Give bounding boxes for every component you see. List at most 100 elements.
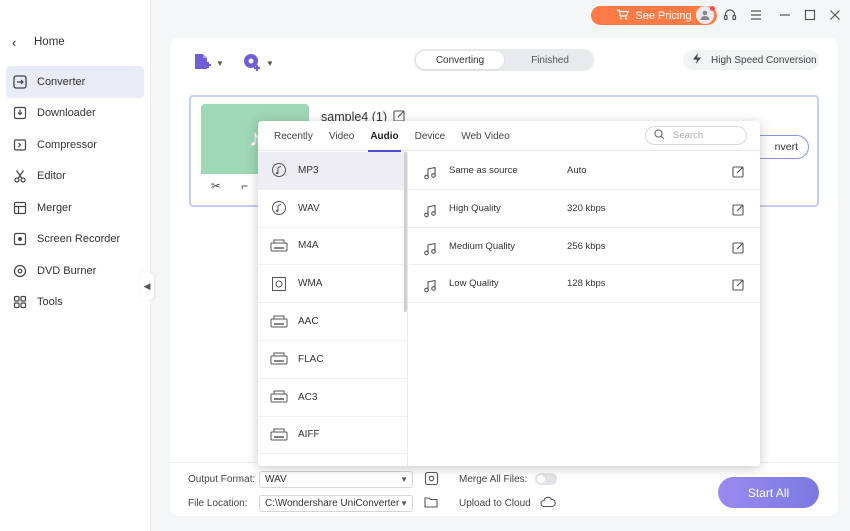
format-search-input[interactable]: Search xyxy=(645,126,747,145)
sidebar-item-label: DVD Burner xyxy=(37,264,97,277)
file-location-value: C:\Wondershare UniConverter 1 xyxy=(265,498,408,509)
disc-note-icon xyxy=(270,200,288,216)
format-item-ac3[interactable]: AC3 xyxy=(258,379,407,417)
add-disc-button[interactable]: ▼ xyxy=(242,52,274,75)
bottom-bar: Output Format: WAV ▼ Merge All Files: Fi… xyxy=(170,462,838,516)
sidebar-item-editor[interactable]: Editor xyxy=(6,161,144,193)
output-format-label: Output Format: xyxy=(188,474,256,485)
music-note-icon xyxy=(423,166,437,183)
trim-scissors-icon[interactable]: ✂ xyxy=(211,179,221,193)
edit-icon[interactable] xyxy=(732,203,745,219)
avatar[interactable] xyxy=(696,6,715,24)
folder-icon[interactable] xyxy=(424,496,438,511)
quality-bitrate: 128 kbps xyxy=(567,278,606,290)
format-label: AAC xyxy=(298,316,319,328)
sidebar-item-screen-recorder[interactable]: Screen Recorder xyxy=(6,224,144,256)
aiff-file-icon xyxy=(270,427,288,443)
file-location-select[interactable]: C:\Wondershare UniConverter 1 ▼ xyxy=(259,495,413,512)
music-note-icon xyxy=(423,204,437,221)
format-settings-icon[interactable] xyxy=(424,471,439,489)
merge-icon xyxy=(13,201,27,215)
compress-icon xyxy=(13,138,27,152)
format-label: M4A xyxy=(298,240,319,252)
format-item-aiff[interactable]: AIFF xyxy=(258,417,407,455)
format-label: FLAC xyxy=(298,353,324,365)
maximize-icon[interactable] xyxy=(802,7,818,23)
status-tabs: Converting Finished xyxy=(414,49,594,71)
format-item-flac[interactable]: FLAC xyxy=(258,341,407,379)
edit-icon[interactable] xyxy=(732,241,745,257)
cloud-icon[interactable] xyxy=(540,496,556,511)
format-item-aac[interactable]: AAC xyxy=(258,303,407,341)
quality-name: High Quality xyxy=(449,202,501,214)
collapse-sidebar-button[interactable]: ◀ xyxy=(140,272,154,300)
quality-bitrate: 320 kbps xyxy=(567,202,606,214)
quality-item-same-as-source[interactable]: Same as source Auto xyxy=(409,152,760,190)
format-label: AC3 xyxy=(298,391,318,403)
chevron-down-icon: ▼ xyxy=(400,475,408,484)
sidebar-item-label: Editor xyxy=(37,170,66,183)
menu-icon[interactable] xyxy=(748,7,764,23)
m4a-file-icon xyxy=(270,238,288,254)
format-popup: Recently Video Audio Device Web Video Se… xyxy=(258,121,760,466)
tab-converting[interactable]: Converting xyxy=(416,51,504,69)
format-label: WMA xyxy=(298,278,323,290)
ac3-file-icon xyxy=(270,389,288,405)
tab-audio[interactable]: Audio xyxy=(362,121,406,152)
home-link[interactable]: ‹ Home xyxy=(12,33,65,51)
download-icon xyxy=(13,106,27,120)
edit-icon[interactable] xyxy=(732,278,745,294)
minimize-icon[interactable] xyxy=(777,7,793,23)
sidebar-item-label: Screen Recorder xyxy=(37,233,121,246)
sidebar-item-label: Tools xyxy=(37,296,63,309)
close-icon[interactable] xyxy=(827,7,843,23)
grid-icon xyxy=(13,295,27,309)
flac-file-icon xyxy=(270,351,288,367)
wma-file-icon xyxy=(270,276,288,292)
sidebar-nav: Converter Downloader Compressor Editor M… xyxy=(6,66,144,318)
home-label: Home xyxy=(34,36,65,48)
quality-item-medium[interactable]: Medium Quality 256 kbps xyxy=(409,228,760,266)
edit-icon[interactable] xyxy=(732,165,745,181)
format-label: WAV xyxy=(298,202,320,214)
support-headset-icon[interactable] xyxy=(722,7,738,23)
tab-web-video[interactable]: Web Video xyxy=(453,121,518,151)
high-speed-conversion-toggle[interactable]: High Speed Conversion xyxy=(683,50,819,70)
sidebar-item-label: Compressor xyxy=(37,138,97,151)
aac-file-icon xyxy=(270,314,288,330)
start-all-button[interactable]: Start All xyxy=(718,477,819,508)
output-format-select[interactable]: WAV ▼ xyxy=(259,471,413,488)
sidebar-item-dvd-burner[interactable]: DVD Burner xyxy=(6,255,144,287)
format-item-wma[interactable]: WMA xyxy=(258,265,407,304)
quality-item-high[interactable]: High Quality 320 kbps xyxy=(409,190,760,228)
tab-finished[interactable]: Finished xyxy=(506,49,594,71)
sidebar-item-downloader[interactable]: Downloader xyxy=(6,98,144,130)
music-note-icon xyxy=(423,242,437,259)
card-tools: ✂ ⌐ xyxy=(211,179,248,193)
quality-name: Medium Quality xyxy=(449,240,515,252)
add-disc-icon xyxy=(242,52,262,75)
quality-item-low[interactable]: Low Quality 128 kbps xyxy=(409,265,760,304)
format-item-mp3[interactable]: MP3 xyxy=(258,152,407,190)
sidebar-item-tools[interactable]: Tools xyxy=(6,287,144,319)
merge-toggle[interactable] xyxy=(535,473,557,485)
sidebar-item-label: Merger xyxy=(37,201,72,214)
format-list-scrollbar[interactable] xyxy=(404,152,407,312)
format-label: MP3 xyxy=(298,164,319,176)
converter-icon xyxy=(13,75,27,89)
chevron-down-icon: ▼ xyxy=(266,59,274,68)
quality-bitrate: 256 kbps xyxy=(567,240,606,252)
upload-cloud-label: Upload to Cloud xyxy=(459,498,531,509)
sidebar-item-compressor[interactable]: Compressor xyxy=(6,129,144,161)
tab-video[interactable]: Video xyxy=(321,121,362,151)
add-files-button[interactable]: ▼ xyxy=(192,52,224,75)
chevron-left-icon: ◀ xyxy=(143,280,151,291)
tab-device[interactable]: Device xyxy=(407,121,454,151)
quality-list: Same as source Auto High Quality 320 kbp… xyxy=(409,152,760,304)
format-item-m4a[interactable]: M4A xyxy=(258,228,407,266)
tab-recently[interactable]: Recently xyxy=(266,121,321,151)
crop-icon[interactable]: ⌐ xyxy=(241,179,248,193)
sidebar-item-merger[interactable]: Merger xyxy=(6,192,144,224)
sidebar-item-converter[interactable]: Converter xyxy=(6,66,144,98)
format-item-wav[interactable]: WAV xyxy=(258,190,407,228)
